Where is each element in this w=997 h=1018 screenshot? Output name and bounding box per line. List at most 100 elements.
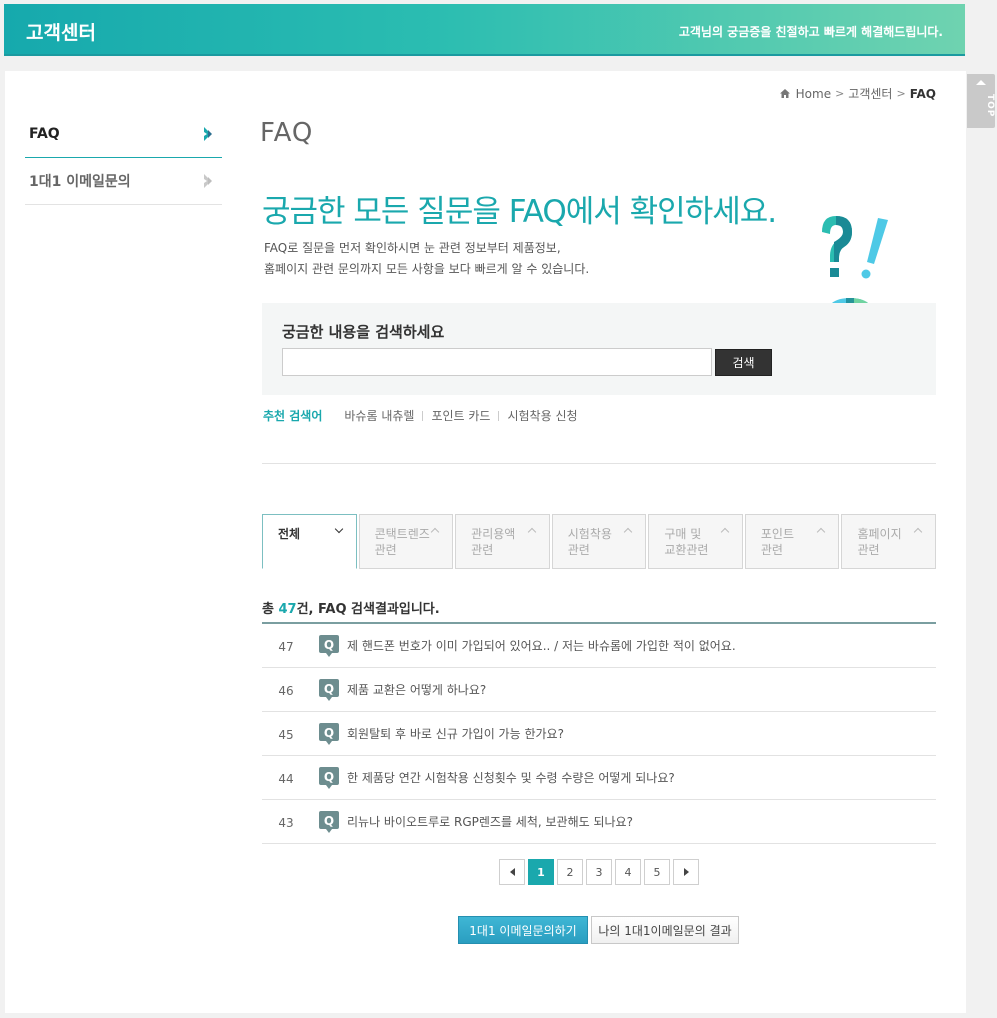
question-icon-letter: Q (324, 638, 334, 652)
question-icon-letter: Q (324, 726, 334, 740)
faq-question-link[interactable]: 제품 교환은 어떻게 하나요? (347, 681, 486, 698)
tab-all[interactable]: 전체 (262, 514, 357, 569)
sidebar-item-label: FAQ (29, 126, 60, 142)
tab-label: 시험착용 (567, 527, 612, 541)
tab-purchase-exchange[interactable]: 구매 및 교환관련 (648, 514, 743, 569)
faq-number: 44 (278, 771, 294, 786)
description: FAQ로 질문을 먼저 확인하시면 눈 관련 정보부터 제품정보, 홈페이지 관… (264, 238, 589, 280)
search-label: 궁금한 내용을 검색하세요 (282, 323, 445, 341)
headline: 궁금한 모든 질문을 FAQ에서 확인하세요. (262, 194, 777, 230)
tab-label: 관련 (567, 543, 590, 557)
tab-trial[interactable]: 시험착용 관련 (551, 514, 647, 569)
faq-number: 45 (278, 727, 294, 742)
sidebar-item-label: 1대1 이메일문의 (29, 174, 131, 190)
description-line: 홈페이지 관련 문의까지 모든 사항을 보다 빠르게 알 수 있습니다. (264, 262, 590, 276)
divider (498, 410, 500, 421)
pagination: 1 2 3 4 5 (499, 859, 699, 885)
results-suffix: 건, FAQ 검색결과입니다. (296, 602, 440, 617)
header-title[interactable]: 고객센터 (26, 18, 96, 45)
top-banner: 고객센터 고객님의 궁금증을 친절하고 빠르게 해결해드립니다. (4, 4, 965, 56)
list-item[interactable]: 47 Q 제 핸드폰 번호가 이미 가입되어 있어요.. / 저는 바슈롬에 가… (262, 624, 936, 668)
tab-label: 관련 (760, 543, 783, 557)
breadcrumb-home[interactable]: Home (796, 87, 831, 101)
description-line: FAQ로 질문을 먼저 확인하시면 눈 관련 정보부터 제품정보, (264, 241, 561, 255)
tab-solution[interactable]: 관리용액 관련 (455, 514, 550, 569)
scroll-to-top-button[interactable]: TOP (967, 74, 995, 128)
question-icon: Q (319, 722, 339, 745)
tab-label: 관리용액 (471, 527, 516, 541)
page-button[interactable]: 3 (586, 859, 612, 885)
sidebar: FAQ 1대1 이메일문의 (25, 111, 222, 205)
faq-number: 46 (278, 683, 294, 698)
results-count: 총 47건, FAQ 검색결과입니다. (262, 598, 440, 617)
search-panel: 궁금한 내용을 검색하세요 검색 (262, 303, 936, 395)
category-tabs: 전체 콘택트렌즈 관련 관리용액 관련 시험착용 관련 구매 및 교환관련 포인… (262, 514, 937, 569)
question-icon: Q (319, 766, 339, 789)
list-item[interactable]: 46 Q 제품 교환은 어떻게 하나요? (262, 668, 936, 712)
my-inquiry-results-button[interactable]: 나의 1대1이메일문의 결과 (591, 916, 739, 944)
results-number: 47 (278, 602, 297, 617)
page-button[interactable]: 2 (557, 859, 583, 885)
question-icon: Q (319, 634, 339, 657)
arrow-right-icon (683, 868, 689, 876)
next-page-button[interactable] (673, 859, 699, 885)
faq-number: 43 (278, 815, 294, 830)
breadcrumb-current: FAQ (909, 86, 936, 101)
keyword-link[interactable]: 시험착용 신청 (507, 407, 577, 424)
tab-homepage[interactable]: 홈페이지 관련 (841, 514, 937, 569)
list-item[interactable]: 44 Q 한 제품당 연간 시험착용 신청횟수 및 수령 수량은 어떻게 되나요… (262, 756, 936, 800)
faq-list: 47 Q 제 핸드폰 번호가 이미 가입되어 있어요.. / 저는 바슈롬에 가… (262, 622, 936, 844)
breadcrumb-section[interactable]: 고객센터 (848, 85, 892, 102)
top-button-label: TOP (985, 94, 995, 118)
up-arrow-icon (976, 80, 986, 85)
tab-label: 관련 (471, 543, 494, 557)
tab-label: 관련 (857, 543, 880, 557)
faq-number: 47 (278, 639, 294, 654)
header-tagline: 고객님의 궁금증을 친절하고 빠르게 해결해드립니다. (678, 25, 943, 39)
tab-label: 홈페이지 (857, 527, 902, 541)
search-button[interactable]: 검색 (715, 349, 772, 376)
prev-page-button[interactable] (499, 859, 525, 885)
faq-question-link[interactable]: 제 핸드폰 번호가 이미 가입되어 있어요.. / 저는 바슈롬에 가입한 적이… (347, 637, 736, 654)
list-item[interactable]: 43 Q 리뉴나 바이오트루로 RGP렌즈를 세척, 보관해도 되나요? (262, 800, 936, 844)
tab-label: 콘택트렌즈 (374, 527, 430, 541)
results-prefix: 총 (262, 602, 279, 617)
page-button[interactable]: 5 (644, 859, 670, 885)
question-icon: Q (319, 678, 339, 701)
keyword-link[interactable]: 바슈롬 내츄렐 (344, 407, 414, 424)
page-button[interactable]: 1 (528, 859, 554, 885)
faq-question-link[interactable]: 회원탈퇴 후 바로 신규 가입이 가능 한가요? (347, 725, 564, 742)
keyword-link[interactable]: 포인트 카드 (431, 407, 490, 424)
chevron-right-icon (204, 174, 212, 188)
tab-label: 교환관련 (664, 543, 709, 557)
recommended-label: 추천 검색어 (263, 409, 323, 423)
recommended-keywords: 추천 검색어 바슈롬 내츄렐 포인트 카드 시험착용 신청 (263, 407, 578, 424)
breadcrumb-separator-icon: > (835, 87, 845, 100)
search-input[interactable] (282, 348, 712, 376)
faq-question-link[interactable]: 리뉴나 바이오트루로 RGP렌즈를 세척, 보관해도 되나요? (347, 813, 633, 830)
tab-contact-lens[interactable]: 콘택트렌즈 관련 (358, 514, 454, 569)
faq-question-link[interactable]: 한 제품당 연간 시험착용 신청횟수 및 수령 수량은 어떻게 되나요? (347, 769, 675, 786)
divider (422, 410, 424, 421)
question-icon: Q (319, 810, 339, 833)
tab-point[interactable]: 포인트 관련 (744, 514, 840, 569)
page-button[interactable]: 4 (615, 859, 641, 885)
section-divider (262, 463, 936, 464)
chevron-right-icon (204, 127, 212, 141)
tab-label: 전체 (278, 527, 301, 541)
sidebar-item-faq[interactable]: FAQ (25, 111, 222, 158)
list-item[interactable]: 45 Q 회원탈퇴 후 바로 신규 가입이 가능 한가요? (262, 712, 936, 756)
question-icon-letter: Q (324, 770, 334, 784)
question-icon-letter: Q (324, 814, 334, 828)
tab-label: 관련 (374, 543, 397, 557)
email-inquiry-button[interactable]: 1대1 이메일문의하기 (458, 916, 588, 944)
home-icon (779, 89, 790, 98)
arrow-left-icon (509, 868, 515, 876)
page-title: FAQ (260, 118, 314, 148)
tab-label: 구매 및 (664, 527, 702, 541)
breadcrumb: Home > 고객센터 > FAQ (779, 85, 936, 102)
tab-label: 포인트 (760, 527, 795, 541)
sidebar-item-email-inquiry[interactable]: 1대1 이메일문의 (25, 158, 222, 205)
breadcrumb-separator-icon: > (896, 87, 906, 100)
question-icon-letter: Q (324, 682, 334, 696)
